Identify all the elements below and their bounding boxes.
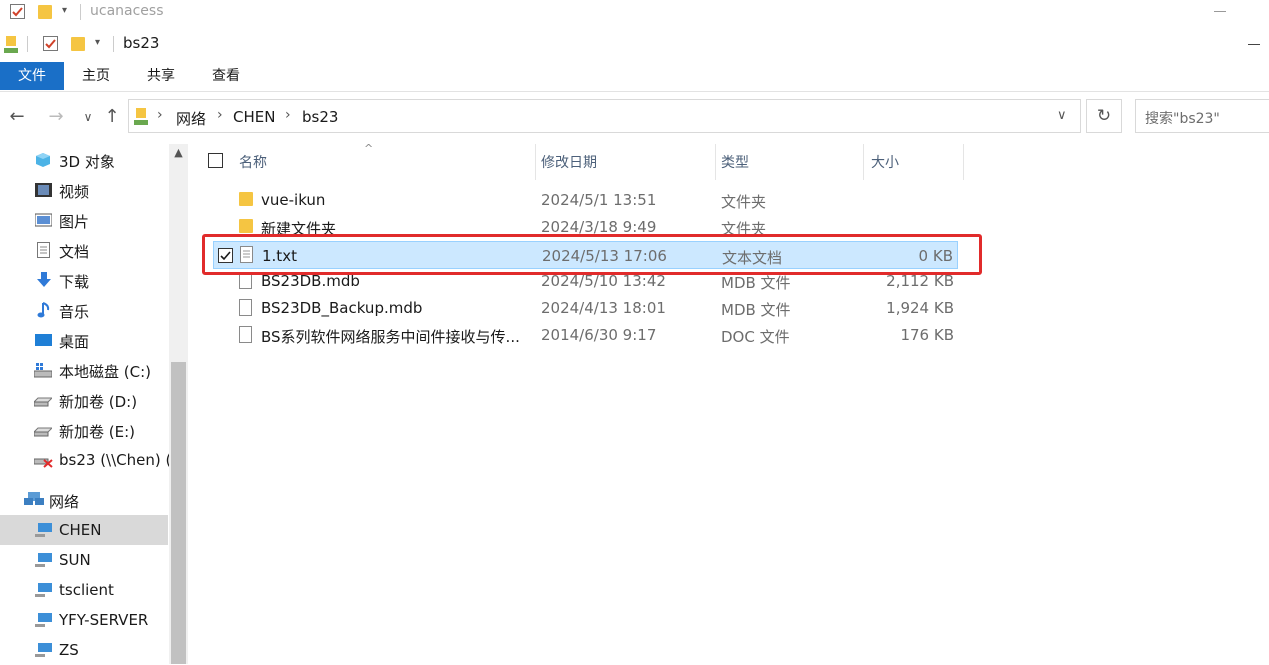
background-window-title: ucanacess (90, 3, 164, 19)
sidebar-item-zs[interactable]: ZS (0, 635, 168, 665)
folder-icon (239, 192, 253, 206)
address-bar[interactable]: › 网络 › CHEN › bs23 ∨ (128, 99, 1081, 133)
search-input[interactable]: 搜索"bs23" (1135, 99, 1269, 133)
pictures-icon (34, 212, 53, 228)
highlight-annotation-box (202, 234, 982, 275)
scroll-up-arrow-icon[interactable]: ▲ (169, 146, 188, 164)
tab-file[interactable]: 文件 (0, 62, 64, 90)
sidebar-item-tsclient[interactable]: tsclient (0, 575, 168, 605)
network-drive-icon (134, 108, 148, 130)
sidebar-item-3d-objects[interactable]: 3D 对象 (0, 145, 168, 175)
search-placeholder: 搜索"bs23" (1145, 111, 1220, 127)
table-row[interactable]: BS系列软件网络服务中间件接收与传... 2014/6/30 9:17 DOC … (204, 322, 958, 348)
music-icon (37, 302, 54, 318)
up-arrow-icon[interactable]: ↑ (100, 106, 124, 127)
sidebar-item-bs23-network-drive[interactable]: bs23 (\\Chen) (Z (0, 445, 182, 475)
chevron-right-icon[interactable]: › (285, 107, 291, 123)
refresh-icon: ↻ (1096, 106, 1112, 126)
navigation-bar: ← → ∨ ↑ › 网络 › CHEN › bs23 ∨ ↻ 搜索"bs23" (0, 96, 1269, 140)
documents-icon (37, 242, 54, 258)
refresh-button[interactable]: ↻ (1086, 99, 1122, 133)
tab-view[interactable]: 查看 (196, 62, 256, 90)
drive-icon (32, 422, 54, 438)
sidebar-item-downloads[interactable]: 下载 (0, 265, 168, 295)
breadcrumb-chen[interactable]: CHEN (233, 108, 275, 126)
sidebar-item-documents[interactable]: 文档 (0, 235, 168, 265)
file-icon (239, 326, 252, 343)
tab-share[interactable]: 共享 (130, 62, 192, 90)
column-header-type[interactable]: 类型 (716, 144, 864, 180)
forward-arrow-icon[interactable]: → (44, 106, 68, 127)
sidebar-item-chen[interactable]: CHEN (0, 515, 168, 545)
download-icon (36, 272, 53, 288)
navigation-pane: 3D 对象 视频 图片 文档 下载 音乐 桌面 本地磁盘 (C:) 新加卷 (D… (0, 144, 188, 664)
sidebar-item-drive-e[interactable]: 新加卷 (E:) (0, 415, 168, 445)
quick-access-toolbar: ▾ bs23 (0, 30, 1269, 60)
minimize-button[interactable] (1248, 44, 1260, 45)
chevron-down-icon[interactable]: ▾ (95, 37, 100, 48)
chevron-right-icon[interactable]: › (217, 107, 223, 123)
video-icon (35, 182, 52, 198)
column-header-name[interactable]: 名称 (232, 144, 536, 180)
ribbon-tabs: 文件 主页 共享 查看 (0, 62, 1269, 92)
sidebar-item-network[interactable]: 网络 (0, 485, 168, 515)
window-title: bs23 (123, 34, 160, 52)
column-header-date-modified[interactable]: 修改日期 (536, 144, 716, 180)
back-arrow-icon[interactable]: ← (5, 106, 29, 127)
sidebar-item-music[interactable]: 音乐 (0, 295, 168, 325)
computer-icon (35, 552, 52, 568)
chevron-right-icon[interactable]: › (157, 107, 163, 123)
disconnected-network-drive-icon (33, 452, 53, 468)
file-icon (239, 299, 252, 316)
sidebar-item-desktop[interactable]: 桌面 (0, 325, 168, 355)
scrollbar-thumb[interactable] (171, 362, 186, 664)
recent-locations-chevron-icon[interactable]: ∨ (76, 110, 100, 124)
table-row[interactable]: BS23DB_Backup.mdb 2024/4/13 18:01 MDB 文件… (204, 295, 958, 321)
table-row[interactable]: vue-ikun 2024/5/1 13:51 文件夹 (204, 187, 958, 213)
sidebar-item-pictures[interactable]: 图片 (0, 205, 168, 235)
sidebar-item-local-disk-c[interactable]: 本地磁盘 (C:) (0, 355, 168, 385)
sidebar-item-yfy-server[interactable]: YFY-SERVER (0, 605, 168, 635)
checkmark-icon[interactable] (10, 4, 25, 19)
background-window-titlebar: ▾ ucanacess (0, 0, 1269, 26)
minimize-button[interactable] (1214, 11, 1226, 12)
folder-icon[interactable] (38, 5, 52, 19)
select-all-checkbox[interactable] (208, 153, 223, 168)
folder-icon[interactable] (71, 37, 85, 51)
sidebar-item-videos[interactable]: 视频 (0, 175, 168, 205)
folder-icon (239, 219, 253, 233)
computer-icon (35, 522, 52, 538)
checkmark-icon[interactable] (43, 36, 58, 51)
local-disk-icon (33, 362, 53, 378)
3d-objects-icon (35, 152, 52, 168)
sidebar-scrollbar[interactable]: ▲ (169, 144, 188, 664)
computer-icon (35, 642, 52, 658)
computer-icon (35, 582, 52, 598)
breadcrumb-bs23[interactable]: bs23 (302, 108, 338, 126)
computer-icon (35, 612, 52, 628)
column-header-size[interactable]: 大小 (864, 144, 964, 180)
network-icon (24, 492, 44, 508)
network-drive-icon (4, 36, 18, 53)
chevron-down-icon[interactable]: ▾ (62, 5, 67, 16)
file-list: ^ 名称 修改日期 类型 大小 vue-ikun 2024/5/1 13:51 … (188, 142, 1269, 664)
sidebar-item-sun[interactable]: SUN (0, 545, 168, 575)
breadcrumb-network[interactable]: 网络 (176, 108, 206, 129)
sidebar-item-drive-d[interactable]: 新加卷 (D:) (0, 385, 168, 415)
desktop-icon (35, 332, 52, 348)
drive-icon (32, 392, 54, 408)
address-dropdown-chevron-icon[interactable]: ∨ (1057, 108, 1067, 123)
tab-home[interactable]: 主页 (66, 62, 126, 90)
